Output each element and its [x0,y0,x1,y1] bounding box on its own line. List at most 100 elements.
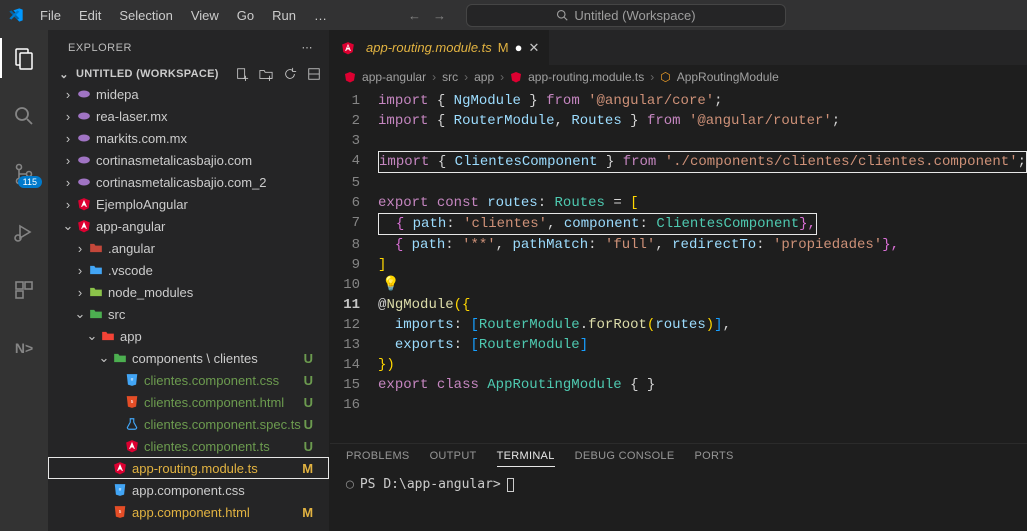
new-file-icon[interactable] [235,67,249,81]
chevron-right-icon: › [60,109,76,124]
tree-item[interactable]: clientes.component.tsU [48,435,329,457]
tree-item[interactable]: app-routing.module.ts M [48,457,329,479]
tree-item[interactable]: ›rea-laser.mx [48,105,329,127]
tree-item[interactable]: 5app.component.htmlM [48,501,329,523]
activity-explorer[interactable] [0,38,48,78]
tree-item-label: cortinasmetalicasbajio.com_2 [96,175,267,190]
tree-item[interactable]: ⌄components \ clientesU [48,347,329,369]
breadcrumb-item[interactable]: app-angular [362,70,426,84]
git-status-badge: U [304,373,321,388]
breadcrumb-item[interactable]: src [442,70,458,84]
dot-icon: ● [515,40,523,55]
menu-edit[interactable]: Edit [71,4,109,27]
menu-view[interactable]: View [183,4,227,27]
menu-more[interactable]: … [306,4,335,27]
activity-bar: 115 N> [0,30,48,531]
chevron-down-icon: ⌄ [60,218,76,234]
tree-item[interactable]: ›cortinasmetalicasbajio.com [48,149,329,171]
tree-item[interactable]: › cortinasmetalicasbajio.com_2 [48,171,329,193]
panel-terminal[interactable]: TERMINAL [497,450,555,467]
command-center[interactable]: Untitled (Workspace) [466,4,786,27]
tree-item[interactable]: › node_modules [48,281,329,303]
titlebar: File Edit Selection View Go Run … ← → Un… [0,0,1027,30]
panel-output[interactable]: OUTPUT [430,450,477,467]
bottom-panel: PROBLEMS OUTPUT TERMINAL DEBUG CONSOLE P… [330,443,1027,531]
workspace-header[interactable]: ⌄ UNTITLED (WORKSPACE) [48,65,329,83]
close-icon[interactable]: ✕ [528,40,539,56]
chevron-right-icon: › [60,175,76,190]
breadcrumb-item[interactable]: app-routing.module.ts [528,70,644,84]
chevron-right-icon: › [60,131,76,146]
workspace-name: UNTITLED (WORKSPACE) [76,68,219,80]
tree-item[interactable]: ⌄src [48,303,329,325]
menu-file[interactable]: File [32,4,69,27]
activity-source-control[interactable]: 115 [0,154,48,194]
new-folder-icon[interactable] [259,67,273,81]
nav-back-icon[interactable]: ← [408,8,421,23]
editor-group: app-routing.module.ts M ● ✕ app-angular›… [330,30,1027,531]
editor-tab[interactable]: app-routing.module.ts M ● ✕ [330,30,550,65]
git-status-badge: M [302,461,321,476]
tree-item-label: EjemploAngular [96,197,188,212]
tree-item[interactable]: clientes.component.spec.tsU [48,413,329,435]
git-status-badge: U [304,439,321,454]
menu-selection[interactable]: Selection [111,4,180,27]
tree-item-label: clientes.component.spec.ts [144,417,301,432]
nav-forward-icon[interactable]: → [433,8,446,23]
tree-item[interactable]: ›.vscode [48,259,329,281]
angular-icon [510,71,522,83]
highlight-import: import { ClientesComponent } from './com… [378,151,1027,173]
refresh-icon[interactable] [283,67,297,81]
lightbulb-icon[interactable]: 💡 [382,277,399,293]
panel-debug-console[interactable]: DEBUG CONSOLE [575,450,675,467]
sidebar-more-icon[interactable]: ⋯ [302,41,314,54]
tree-item[interactable]: ›.angular [48,237,329,259]
chevron-right-icon: › [60,87,76,102]
tree-item-label: node_modules [108,285,193,300]
tree-item[interactable]: ›markits.com.mx [48,127,329,149]
panel-ports[interactable]: PORTS [695,450,734,467]
php-icon [76,130,92,146]
tree-item-label: components \ clientes [132,351,258,366]
terminal-cursor [507,478,514,492]
php-icon [76,152,92,168]
breadcrumb[interactable]: app-angular› src› app› app-routing.modul… [330,65,1027,89]
editor-tabs: app-routing.module.ts M ● ✕ [330,30,1027,65]
code-editor[interactable]: 1import { NgModule } from '@angular/core… [330,89,1027,443]
tree-item-label: src [108,307,125,322]
chevron-down-icon: ⌄ [96,350,112,366]
tree-item-label: app-angular [96,219,165,234]
tree-item-label: app.component.css [132,483,245,498]
html-icon: 5 [112,504,128,520]
chevron-right-icon: › [60,197,76,212]
chevron-right-icon: › [72,285,88,300]
collapse-icon[interactable] [307,67,321,81]
tree-item[interactable]: #app.component.css [48,479,329,501]
tree-item[interactable]: › EjemploAngular [48,193,329,215]
panel-problems[interactable]: PROBLEMS [346,450,410,467]
menu-go[interactable]: Go [229,4,262,27]
tree-item[interactable]: ⌄ app-angular [48,215,329,237]
menu-run[interactable]: Run [264,4,304,27]
tree-item-label: app.component.html [132,505,250,520]
activity-debug[interactable] [0,212,48,252]
tree-item-label: cortinasmetalicasbajio.com [96,153,252,168]
tree-item-label: .vscode [108,263,153,278]
breadcrumb-item[interactable]: AppRoutingModule [677,70,779,84]
tree-item[interactable]: ›midepa [48,83,329,105]
tab-status: M [498,40,509,55]
angular-icon [124,438,140,454]
tree-item-label: clientes.component.css [144,373,279,388]
breadcrumb-item[interactable]: app [474,70,494,84]
main-menu: File Edit Selection View Go Run … [32,4,335,27]
activity-search[interactable] [0,96,48,136]
tree-item[interactable]: #clientes.component.cssU [48,369,329,391]
terminal[interactable]: ◯ PS D:\app-angular> [330,467,1027,502]
search-icon [556,9,568,21]
tree-item-label: app-routing.module.ts [132,461,258,476]
php-icon [76,108,92,124]
tree-item[interactable]: 5clientes.component.htmlU [48,391,329,413]
activity-nx[interactable]: N> [0,328,48,368]
activity-extensions[interactable] [0,270,48,310]
tree-item[interactable]: ⌄app [48,325,329,347]
